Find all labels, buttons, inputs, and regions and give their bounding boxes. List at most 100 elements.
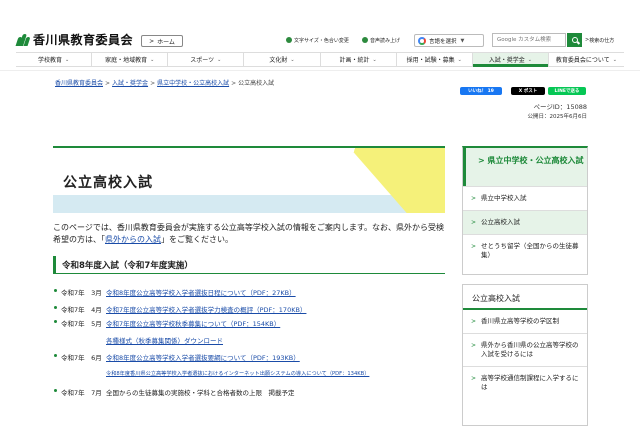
chevron-down-icon: ⌄ — [150, 56, 155, 63]
nav-item-sports[interactable]: スポーツ ⌄ — [167, 53, 243, 66]
gear-icon — [286, 37, 292, 43]
chevron-down-icon: ⌄ — [527, 56, 532, 63]
chevron-right-icon: > — [149, 37, 155, 45]
chevron-right-icon: > — [478, 156, 485, 165]
speaker-icon — [362, 37, 368, 43]
breadcrumb: 香川県教育委員会 > 入試・奨学金 > 県立中学校・公立高校入試 > 公立高校入試 — [55, 78, 274, 87]
list-subitem: 令和8年度香川県公立高等学校入学者選抜におけるインターネット出願システムの導入に… — [106, 370, 369, 377]
bullet-icon — [54, 289, 57, 292]
item-link[interactable]: 令和7年度公立高等学校入学者選抜学力検査の概評（PDF：170KB） — [106, 304, 306, 314]
nav-item-cultural-assets[interactable]: 文化財 ⌄ — [243, 53, 319, 66]
list-subitem: 各種様式（秋季募集関係）ダウンロード — [106, 335, 223, 345]
read-aloud-label: 音声読み上げ — [370, 37, 401, 44]
chevron-down-icon: ⌄ — [217, 56, 222, 63]
sidebar-item-setouchi[interactable]: > せとうち留学（全国からの生徒募集） — [463, 234, 587, 267]
line-label: LINEで送る — [554, 89, 580, 94]
nav-label: 教育委員会について — [555, 57, 610, 64]
out-of-prefecture-link[interactable]: 県外からの入試 — [105, 235, 161, 244]
search-icon — [571, 37, 578, 43]
site-header: 香川県教育委員会 > ホーム 文字サイズ・色合い変更 音声読み上げ 言語を選択 … — [0, 22, 640, 52]
item-link[interactable]: 令和8年度公立高等学校入学者選抜日程について（PDF：27KB） — [106, 287, 296, 297]
nav-label: スポーツ — [190, 57, 215, 64]
home-button[interactable]: > ホーム — [141, 35, 183, 47]
sidebar-nav-secondary: 公立高校入試 > 香川県立高等学校の学区制 > 県外から香川県の公立高等学校の入… — [462, 284, 588, 426]
item-date: 令和7年 7月 — [61, 389, 102, 397]
nav-item-family-community[interactable]: 家庭・地域教育 ⌄ — [91, 53, 167, 66]
nav-item-recruitment[interactable]: 採用・試験・募集 ⌄ — [395, 53, 472, 66]
breadcrumb-link[interactable]: 入試・奨学金 — [112, 80, 148, 87]
nav-label: 採用・試験・募集 — [406, 57, 455, 64]
sidebar-title: 公立高校入試 — [463, 285, 587, 310]
item-date: 令和7年 3月 — [61, 289, 102, 297]
nav-label: 文化財 — [269, 57, 288, 64]
breadcrumb-link[interactable]: 香川県教育委員会 — [55, 80, 103, 87]
site-logo[interactable]: 香川県教育委員会 — [15, 31, 134, 48]
language-select-label: 言語を選択 — [429, 38, 457, 45]
chevron-right-icon: > — [471, 219, 477, 226]
item-date: 令和7年 5月 — [61, 320, 102, 328]
list-item: 令和7年 3月 令和8年度公立高等学校入学者選抜日程について（PDF：27KB） — [53, 287, 296, 297]
nav-item-admissions[interactable]: 入試・奨学金 ⌄ — [471, 53, 549, 67]
chevron-right-icon: > — [471, 375, 477, 382]
item-link[interactable]: 令和7年度公立高等学校秋季募集について（PDF：154KB） — [106, 318, 280, 328]
google-icon — [418, 36, 426, 45]
nav-item-plans-statistics[interactable]: 計画・統計 ⌄ — [319, 53, 396, 66]
divider — [0, 70, 640, 71]
search-button[interactable] — [567, 33, 582, 47]
nav-item-school-education[interactable]: 学校教育 ⌄ — [16, 53, 91, 66]
list-item: 令和7年 7月 全国からの生徒募集の実施校・学科と合格者数の上限 掲載予定 — [53, 387, 295, 397]
logo-text: 香川県教育委員会 — [33, 33, 134, 47]
logo-mark-icon — [15, 33, 31, 46]
nav-label: 学校教育 — [37, 57, 62, 64]
home-label: ホーム — [157, 38, 175, 46]
text-size-button[interactable]: 文字サイズ・色合い変更 — [286, 34, 349, 46]
chevron-down-icon: ⌄ — [372, 56, 377, 63]
title-blue-band — [53, 195, 445, 213]
breadcrumb-link[interactable]: 県立中学校・公立高校入試 — [157, 80, 229, 87]
published-date: 公開日：2025年6月6日 — [527, 114, 588, 120]
chevron-right-icon: > — [471, 243, 477, 250]
breadcrumb-current: 公立高校入試 — [238, 80, 275, 87]
line-share-button[interactable]: LINEで送る — [548, 87, 586, 95]
search-input[interactable] — [492, 33, 566, 47]
chevron-down-icon: ⌄ — [290, 56, 295, 63]
bullet-icon — [54, 354, 57, 357]
sidebar-title[interactable]: > 県立中学校・公立高校入試 — [463, 148, 587, 186]
section-heading: 令和8年度入試（令和7年度実施） — [53, 256, 445, 274]
search-how-link[interactable]: > 検索の仕方 — [585, 34, 614, 46]
chevron-right-icon: > — [471, 195, 477, 202]
breadcrumb-separator: > — [231, 80, 237, 87]
sidebar-item-school-district[interactable]: > 香川県立高等学校の学区制 — [463, 310, 587, 333]
forms-download-link[interactable]: 各種様式（秋季募集関係）ダウンロード — [106, 337, 223, 345]
item-link[interactable]: 令和8年度公立高等学校入学者選抜要綱について（PDF：193KB） — [106, 352, 300, 362]
intro-after: をご覧ください。 — [169, 235, 233, 244]
internet-application-link[interactable]: 令和8年度香川県公立高等学校入学者選抜におけるインターネット出願システムの導入に… — [106, 371, 369, 377]
breadcrumb-separator: > — [150, 80, 156, 87]
chevron-down-icon: ⌄ — [64, 56, 70, 63]
sidebar-item-junior-high[interactable]: > 県立中学校入試 — [463, 186, 587, 210]
facebook-like-button[interactable]: いいね！ 19 — [460, 87, 502, 95]
list-item: 令和7年 5月 令和7年度公立高等学校秋季募集について（PDF：154KB） — [53, 318, 280, 328]
sidebar-nav-primary: > 県立中学校・公立高校入試 > 県立中学校入試 > 公立高校入試 > せとうち… — [462, 146, 588, 275]
global-nav: 学校教育 ⌄ 家庭・地域教育 ⌄ スポーツ ⌄ 文化財 ⌄ 計画・統計 ⌄ 採用・試験・募… — [16, 52, 624, 67]
x-post-button[interactable]: X ポスト — [511, 87, 545, 95]
sidebar-item-label: 県外から香川県の公立高等学校の入試を受けるには — [481, 341, 579, 358]
list-item: 令和7年 4月 令和7年度公立高等学校入学者選抜学力検査の概評（PDF：170K… — [53, 304, 306, 314]
page-title: 公立高校入試 — [63, 175, 153, 191]
sidebar-item-correspondence[interactable]: > 高等学校通信制課程に入学するには — [463, 366, 587, 399]
item-text: 全国からの生徒募集の実施校・学科と合格者数の上限 掲載予定 — [106, 389, 295, 397]
breadcrumb-separator: > — [105, 80, 111, 87]
sidebar-item-label: 高等学校通信制課程に入学するには — [481, 374, 579, 391]
sidebar-item-from-other-prefecture[interactable]: > 県外から香川県の公立高等学校の入試を受けるには — [463, 333, 587, 366]
chevron-right-icon: > — [471, 318, 477, 325]
page-title-block: 公立高校入試 — [53, 146, 445, 213]
nav-item-about-board[interactable]: 教育委員会について ⌄ — [547, 53, 624, 66]
language-select[interactable]: 言語を選択 ▼ — [414, 34, 484, 47]
like-label: いいね！ 19 — [468, 89, 494, 94]
sidebar-title-label: 県立中学校・公立高校入試 — [487, 156, 584, 165]
sidebar-item-high-school[interactable]: > 公立高校入試 — [463, 210, 587, 234]
intro-text: このページでは、香川県教育委員会が実施する公立高等学校入試の情報をご案内します。… — [53, 223, 445, 244]
read-aloud-button[interactable]: 音声読み上げ — [362, 34, 400, 46]
nav-label: 家庭・地域教育 — [105, 57, 148, 64]
item-date: 令和7年 4月 — [61, 306, 102, 314]
